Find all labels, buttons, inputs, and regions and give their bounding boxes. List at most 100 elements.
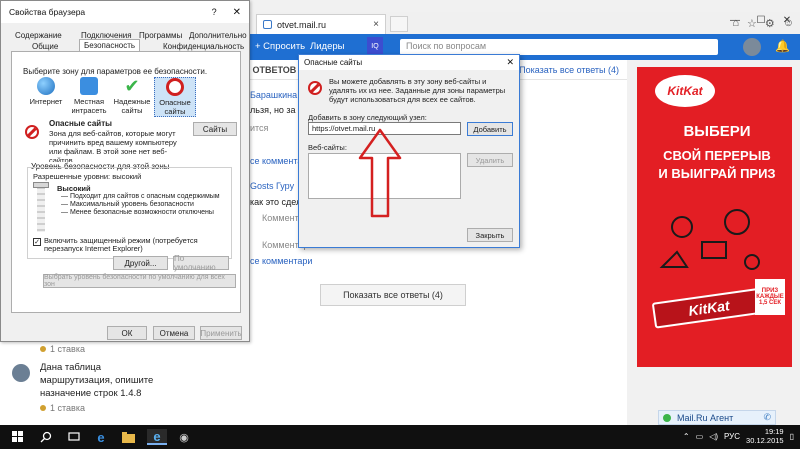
home-icon[interactable]: ⌂ — [732, 17, 739, 30]
add-button[interactable]: Добавить — [467, 122, 513, 136]
intranet-icon — [80, 77, 98, 95]
edge-icon[interactable]: e — [93, 429, 109, 445]
zone-name: Опасные сайты — [49, 119, 112, 128]
mail-agent-bar[interactable]: Mail.Ru Агент ✆ — [658, 410, 776, 425]
answers-count-label: 3 ОТВЕТОВ — [245, 65, 297, 75]
app-icon[interactable]: ◉ — [176, 429, 192, 445]
reset-all-zones-button[interactable]: Выбрать уровень безопасности по умолчани… — [43, 274, 236, 288]
red-arrow-annotation — [358, 128, 402, 218]
tab-programs[interactable]: Программы — [135, 30, 186, 41]
security-level-slider[interactable] — [37, 187, 45, 232]
smiley-icon[interactable]: ☺ — [783, 17, 794, 30]
browser-tab[interactable]: otvet.mail.ru × — [256, 14, 386, 34]
dialog-titlebar: Свойства браузера ? ✕ — [1, 1, 249, 23]
slider-thumb[interactable] — [33, 182, 49, 188]
favorites-icon[interactable]: ☆ — [747, 17, 757, 30]
notifications-center-icon[interactable]: ▯ — [790, 432, 794, 441]
all-comments-link[interactable]: се комментари — [250, 256, 312, 266]
clock-time: 19:19 — [764, 427, 784, 436]
tab-advanced[interactable]: Дополнительно — [185, 30, 251, 41]
remove-button[interactable]: Удалить — [467, 153, 513, 167]
show-all-answers-link[interactable]: Показать все ответы (4) — [519, 65, 619, 75]
default-level-button[interactable]: По умолчанию — [173, 254, 229, 272]
coin-icon — [40, 405, 46, 411]
tray-expand-icon[interactable]: ⌃ — [683, 432, 690, 441]
level-point: — Подходит для сайтов с опасным содержим… — [61, 193, 220, 200]
bet-count: 1 ставка — [40, 344, 85, 354]
network-icon[interactable]: ▭ — [696, 432, 704, 441]
checkmark-icon: ✔ — [124, 76, 140, 96]
close-dialog-button[interactable]: ✕ — [233, 7, 241, 18]
notifications-icon[interactable]: 🔔 — [775, 39, 790, 53]
answer-author[interactable]: Gosts Гуру — [250, 181, 294, 191]
iq-badge[interactable]: IQ — [367, 37, 383, 55]
restricted-sites-dialog: Опасные сайты ✕ Вы можете добавлять в эт… — [298, 54, 520, 248]
settings-icon[interactable]: ⚙ — [765, 17, 775, 30]
dialog-info-text: Вы можете добавлять в эту зону веб-сайты… — [329, 77, 506, 104]
dialog-title: Свойства браузера — [9, 7, 86, 17]
zone-trusted[interactable]: ✔ Надежные сайты — [111, 77, 153, 115]
kitkat-ad-banner[interactable]: KitKat ВЫБЕРИ СВОЙ ПЕРЕРЫВ И ВЫИГРАЙ ПРИ… — [637, 67, 792, 367]
close-button[interactable]: Закрыть — [467, 228, 513, 242]
dialog-title: Опасные сайты — [304, 58, 363, 67]
protected-mode-checkbox[interactable]: ✓ — [33, 238, 41, 246]
task-view-icon[interactable] — [66, 429, 82, 445]
dialog-titlebar: Опасные сайты ✕ — [299, 55, 519, 70]
windows-taskbar: e e ◉ ⌃ ▭ ◁) РУС 19:19 30.12.2015 ▯ — [0, 425, 800, 449]
cancel-button[interactable]: Отмена — [153, 326, 195, 340]
zone-internet[interactable]: Интернет — [25, 77, 67, 106]
add-site-label: Добавить в зону следующий узел: — [308, 113, 427, 122]
ad-headline: ВЫБЕРИ — [683, 123, 751, 140]
windows-start-icon[interactable] — [10, 429, 26, 445]
apply-button[interactable]: Применить — [200, 326, 242, 340]
kitkat-logo: KitKat — [655, 75, 715, 107]
sites-button[interactable]: Сайты — [193, 122, 237, 136]
related-question-link[interactable]: Дана таблица маршрутизация, опишите назн… — [40, 361, 158, 400]
zone-intranet[interactable]: Местная интрасеть — [68, 77, 110, 115]
clock-date: 30.12.2015 — [746, 436, 784, 445]
phone-icon[interactable]: ✆ — [763, 412, 771, 423]
agent-label: Mail.Ru Агент — [677, 412, 734, 423]
system-tray: ⌃ ▭ ◁) РУС 19:19 30.12.2015 ▯ — [683, 427, 794, 445]
level-point: — Менее безопасные возможности отключены — [61, 209, 214, 216]
user-avatar[interactable] — [743, 38, 761, 56]
language-indicator[interactable]: РУС — [724, 432, 740, 441]
site-search-input[interactable]: Поиск по вопросам — [400, 39, 718, 55]
ask-question-link[interactable]: + Спросить — [255, 41, 305, 52]
new-tab-button[interactable] — [390, 16, 408, 32]
file-explorer-icon[interactable] — [120, 429, 136, 445]
tab-security[interactable]: Безопасность — [79, 39, 141, 51]
clock[interactable]: 19:19 30.12.2015 — [746, 427, 784, 445]
allowed-levels: Разрешенные уровни: высокий — [33, 172, 142, 181]
search-icon[interactable] — [38, 429, 54, 445]
kitkat-bar-image: KitKat — [651, 287, 767, 329]
leaders-link[interactable]: Лидеры — [310, 41, 344, 52]
help-button[interactable]: ? — [212, 7, 217, 17]
ad-line: СВОЙ ПЕРЕРЫВ — [663, 148, 771, 163]
restricted-icon — [166, 78, 184, 96]
level-point: — Максимальный уровень безопасности — [61, 201, 194, 208]
ok-button[interactable]: ОК — [107, 326, 147, 340]
level-name: Высокий — [57, 184, 91, 193]
answer-text: льзя, но за — [250, 105, 296, 115]
globe-icon — [37, 77, 55, 95]
close-dialog-button[interactable]: ✕ — [506, 57, 514, 68]
restricted-zone-icon — [308, 81, 322, 95]
bet-count: 1 ставка — [40, 403, 85, 413]
question-author-avatar[interactable] — [12, 364, 30, 382]
answer-author[interactable]: Барашкина — [250, 90, 297, 100]
close-tab-icon[interactable]: × — [373, 19, 379, 30]
websites-label: Веб-сайты: — [308, 143, 347, 152]
agent-status-icon — [663, 413, 671, 422]
volume-icon[interactable]: ◁) — [709, 432, 718, 441]
tab-content[interactable]: Содержание — [11, 30, 66, 41]
ad-decor-illustration — [659, 209, 760, 270]
show-all-answers-button[interactable]: Показать все ответы (4) — [320, 284, 466, 306]
zone-description: Зона для веб-сайтов, которые могут причи… — [49, 129, 177, 165]
complain-link[interactable]: ится — [250, 123, 268, 133]
internet-explorer-icon[interactable]: e — [147, 429, 167, 445]
browser-tab-bar: otvet.mail.ru × — ☐ ✕ — [250, 12, 800, 34]
custom-level-button[interactable]: Другой... — [113, 256, 168, 270]
zone-restricted[interactable]: Опасные сайты — [154, 77, 196, 117]
page-favicon-icon — [263, 20, 272, 29]
